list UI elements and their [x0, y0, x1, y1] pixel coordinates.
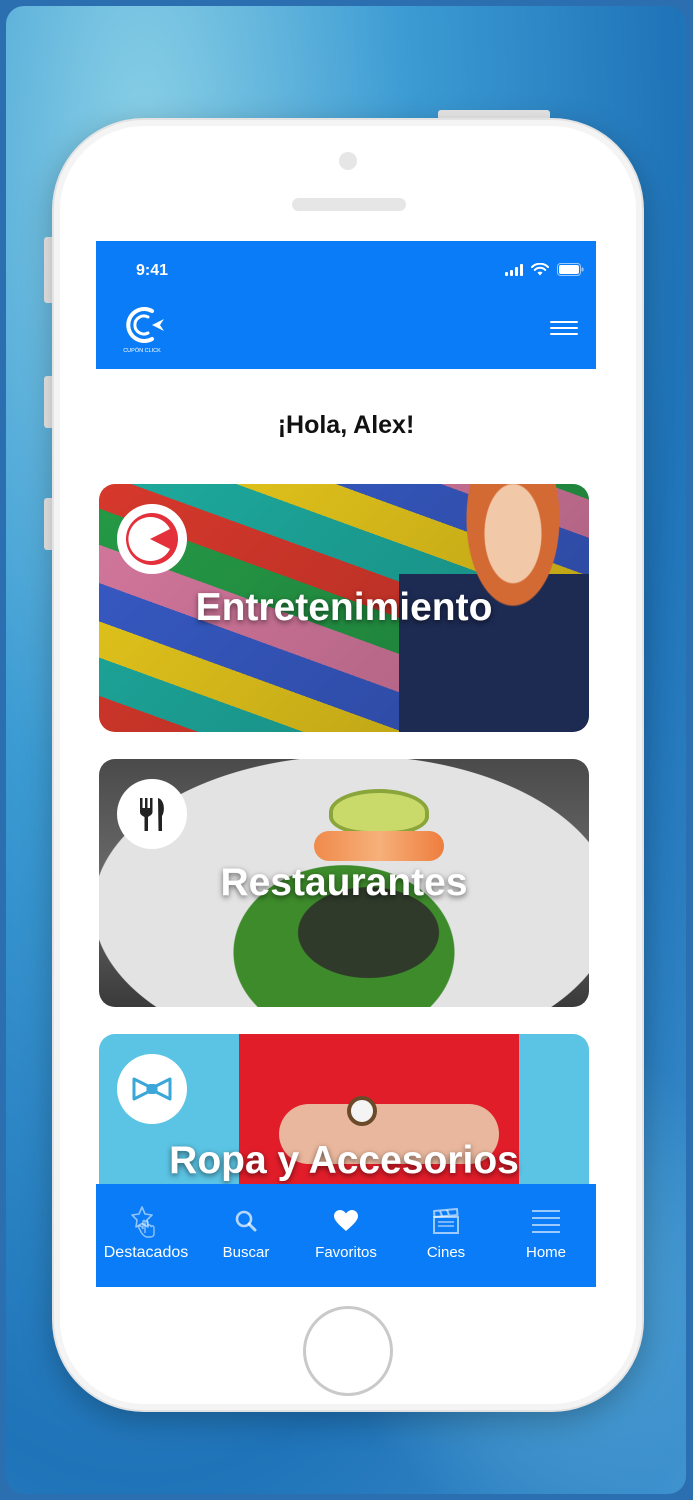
app-header: 9:41 CUPÓN CLICK [96, 241, 596, 369]
card-label: Restaurantes [220, 861, 468, 904]
heart-icon [333, 1204, 359, 1238]
app-screen: 9:41 CUPÓN CLICK ¡Hola, Alex! Entretenim… [96, 241, 596, 1287]
tab-cines[interactable]: Cines [398, 1204, 494, 1261]
battery-icon [557, 263, 584, 276]
tab-destacados[interactable]: Destacados [98, 1204, 194, 1262]
search-icon [234, 1204, 258, 1238]
hamburger-menu-icon[interactable] [550, 321, 578, 335]
greeting-title: ¡Hola, Alex! [277, 411, 415, 439]
tab-label: Favoritos [315, 1244, 377, 1261]
home-button[interactable] [303, 1306, 393, 1396]
front-camera [339, 152, 357, 170]
list-icon [531, 1204, 561, 1238]
tab-home[interactable]: Home [498, 1204, 594, 1261]
cupon-click-logo[interactable]: CUPÓN CLICK [122, 303, 170, 355]
earpiece-speaker [292, 198, 406, 211]
category-card-restaurantes[interactable]: Restaurantes [99, 759, 589, 1007]
status-time: 9:41 [136, 262, 169, 279]
card-label: Entretenimiento [195, 586, 493, 629]
status-icons [505, 263, 584, 276]
logo-caption: CUPÓN CLICK [123, 347, 161, 354]
wifi-icon [531, 263, 549, 276]
clapperboard-icon [432, 1204, 460, 1238]
tab-buscar[interactable]: Buscar [198, 1204, 294, 1261]
tab-label: Destacados [103, 1244, 189, 1261]
tab-label: Cines [426, 1244, 466, 1261]
signal-icon [505, 264, 523, 276]
tab-label: Home [525, 1244, 566, 1261]
category-card-entretenimiento[interactable]: Entretenimiento [99, 484, 589, 732]
tab-favoritos[interactable]: Favoritos [298, 1204, 394, 1261]
tab-label: Buscar [222, 1244, 270, 1261]
bottom-tab-bar: Destacados Buscar Favoritos Cines Home [96, 1184, 596, 1287]
star-tap-icon [129, 1204, 163, 1238]
